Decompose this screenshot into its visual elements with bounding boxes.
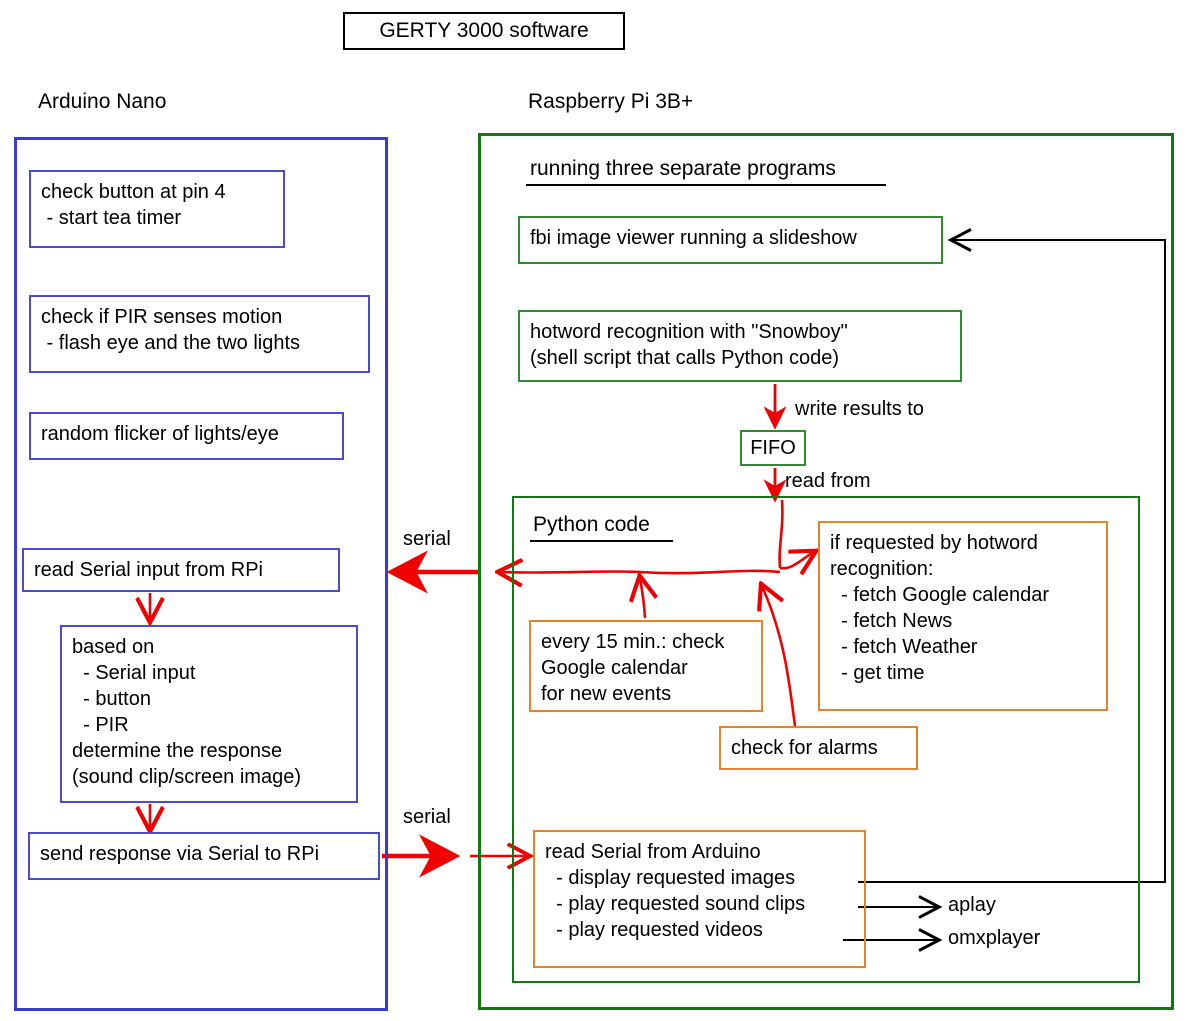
node-check-for-alarms: check for alarms (719, 726, 918, 770)
arduino-section-heading: Arduino Nano (38, 90, 167, 113)
python-code-heading: Python code (533, 513, 650, 536)
node-read-serial-from-arduino: read Serial from Arduino - display reque… (533, 830, 866, 968)
node-hotword-recognition-snowboy: hotword recognition with "Snowboy" (shel… (518, 310, 962, 382)
rpi-subheading-underline (526, 184, 886, 186)
node-send-response-via-serial: send response via Serial to RPi (28, 832, 380, 880)
node-random-flicker: random flicker of lights/eye (29, 412, 344, 460)
edge-label-read-from: read from (785, 470, 871, 492)
external-program-aplay: aplay (948, 894, 996, 916)
node-fbi-image-viewer: fbi image viewer running a slideshow (518, 216, 943, 264)
node-if-requested-by-hotword: if requested by hotword recognition: - f… (818, 521, 1108, 711)
page-title: GERTY 3000 software (343, 12, 625, 50)
external-program-omxplayer: omxplayer (948, 927, 1041, 949)
node-based-on-determine-response: based on - Serial input - button - PIR d… (60, 625, 358, 803)
rpi-subheading: running three separate programs (530, 157, 836, 180)
raspberry-pi-section-heading: Raspberry Pi 3B+ (528, 90, 694, 113)
node-every-15-min-check-calendar: every 15 min.: check Google calendar for… (529, 620, 763, 712)
node-read-serial-input-from-rpi: read Serial input from RPi (22, 548, 340, 592)
node-check-pir-motion: check if PIR senses motion - flash eye a… (29, 295, 370, 373)
edge-label-write-results-to: write results to (795, 398, 924, 420)
edge-label-serial-rpi-to-arduino: serial (403, 528, 451, 550)
node-fifo: FIFO (740, 430, 806, 466)
python-code-heading-underline (530, 540, 673, 542)
node-check-button-pin4: check button at pin 4 - start tea timer (29, 170, 285, 248)
diagram-canvas: GERTY 3000 software Arduino Nano Raspber… (0, 0, 1200, 1021)
edge-label-serial-arduino-to-rpi: serial (403, 806, 451, 828)
